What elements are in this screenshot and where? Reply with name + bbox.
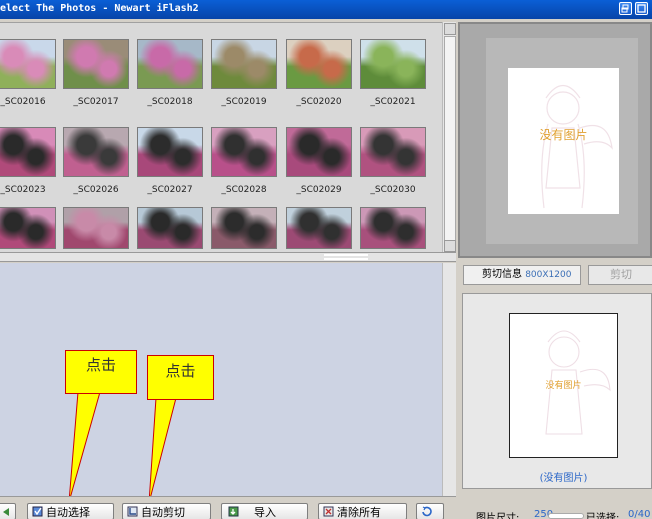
thumbnail-caption: _SC02020 xyxy=(296,97,342,107)
callout-pointer-1 xyxy=(68,391,101,503)
import-button[interactable]: 导入 xyxy=(221,503,308,519)
photo-thumbnail[interactable] xyxy=(286,127,352,177)
thumbnail-caption: _SC02019 xyxy=(221,97,267,107)
photo-thumbnail[interactable] xyxy=(286,39,352,89)
selected-label: 已选择: xyxy=(586,513,620,519)
auto-select-icon xyxy=(32,506,43,517)
crop-info-label: 剪切信息 xyxy=(482,269,522,280)
small-preview-page: 没有图片 xyxy=(509,313,618,458)
photo-thumbnail[interactable] xyxy=(0,39,56,89)
import-icon xyxy=(228,506,239,517)
window-title: elect The Photos - Newart iFlash2 xyxy=(0,3,199,14)
refresh-icon xyxy=(422,506,432,517)
panel-splitter[interactable] xyxy=(0,252,456,262)
photo-thumbnail[interactable] xyxy=(0,127,56,177)
thumbnail-caption: _SC02016 xyxy=(0,97,46,107)
crop-button[interactable]: 剪切 xyxy=(588,265,652,285)
clear-icon xyxy=(323,506,334,517)
small-preview-caption: (没有图片) xyxy=(539,473,588,484)
photo-thumbnail[interactable] xyxy=(137,127,203,177)
crop-icon xyxy=(127,506,138,517)
splitter-grip[interactable] xyxy=(324,254,368,260)
refresh-button[interactable] xyxy=(416,503,444,519)
scroll-up-arrow[interactable] xyxy=(444,23,456,35)
thumbnail-caption: _SC02030 xyxy=(370,185,416,195)
selected-count: 0/40 xyxy=(628,509,651,519)
no-image-label: 没有图片 xyxy=(539,128,588,142)
crop-size: 800X1200 xyxy=(525,270,572,280)
maximize-icon xyxy=(637,4,646,13)
title-bar: elect The Photos - Newart iFlash2 xyxy=(0,0,652,19)
thumbnail-caption: _SC02027 xyxy=(147,185,193,195)
small-no-image-label: 没有图片 xyxy=(545,381,582,391)
photo-thumbnail[interactable] xyxy=(360,39,426,89)
auto-crop-button[interactable]: 自动剪切 xyxy=(122,503,211,519)
photo-thumbnail[interactable] xyxy=(360,127,426,177)
thumbnail-caption: _SC02023 xyxy=(0,185,46,195)
thumbnail-scrollbar[interactable] xyxy=(442,22,456,254)
status-slider-handle[interactable] xyxy=(548,513,584,519)
prev-button[interactable] xyxy=(0,503,16,519)
image-size-label: 图片尺寸: xyxy=(476,513,520,519)
auto-select-button[interactable]: 自动选择 xyxy=(27,503,114,519)
photo-thumbnail[interactable] xyxy=(63,39,129,89)
work-area-scrollbar[interactable] xyxy=(442,263,456,496)
photo-thumbnail[interactable] xyxy=(137,207,203,249)
photo-thumbnail[interactable] xyxy=(137,39,203,89)
thumbnail-caption: _SC02028 xyxy=(221,185,267,195)
thumbnail-caption: _SC02029 xyxy=(296,185,342,195)
scroll-down-arrow[interactable] xyxy=(444,240,456,252)
thumbnail-caption: _SC02018 xyxy=(147,97,193,107)
scroll-thumb[interactable] xyxy=(444,36,456,246)
thumbnail-caption: _SC02017 xyxy=(73,97,119,107)
photo-thumbnail[interactable] xyxy=(63,207,129,249)
crop-info: 剪切信息 800X1200 xyxy=(463,265,581,285)
thumbnail-caption: _SC02021 xyxy=(370,97,416,107)
photo-thumbnail[interactable] xyxy=(63,127,129,177)
callout-auto-crop: 点击 xyxy=(147,355,214,400)
photo-thumbnail[interactable] xyxy=(360,207,426,249)
photo-thumbnail[interactable] xyxy=(0,207,56,249)
preview-page: 没有图片 xyxy=(508,68,619,214)
thumbnail-grid: _SC02016 _SC02017 _SC02018 _SC02019 _SC02020… xyxy=(0,22,442,252)
callout-auto-select: 点击 xyxy=(65,350,137,394)
maximize-button[interactable] xyxy=(635,2,648,15)
restore-icon xyxy=(621,4,629,13)
arrow-icon xyxy=(3,508,9,516)
restore-button[interactable] xyxy=(619,2,632,15)
clear-all-button[interactable]: 清除所有 xyxy=(318,503,407,519)
thumbnail-caption: _SC02026 xyxy=(73,185,119,195)
photo-thumbnail[interactable] xyxy=(286,207,352,249)
photo-thumbnail[interactable] xyxy=(211,127,277,177)
photo-thumbnail[interactable] xyxy=(211,39,277,89)
photo-thumbnail[interactable] xyxy=(211,207,277,249)
callout-pointer-2 xyxy=(148,397,177,504)
